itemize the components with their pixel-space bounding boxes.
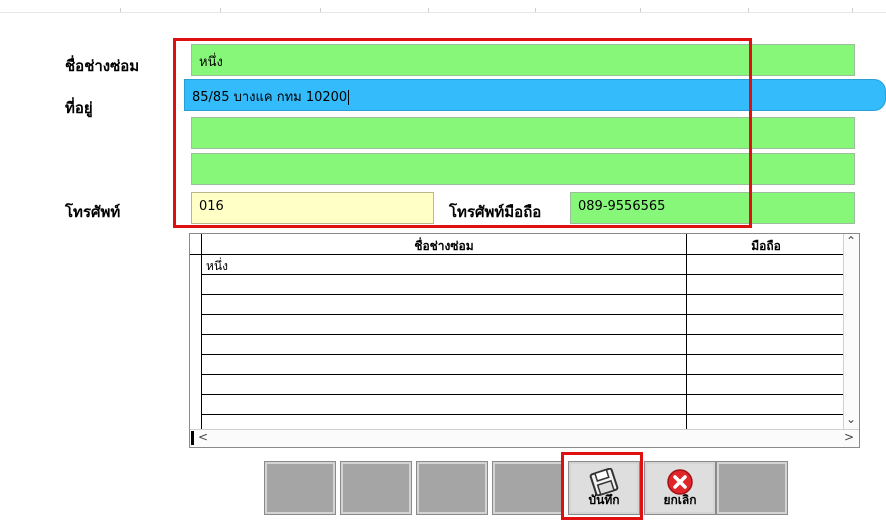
table-row[interactable] bbox=[202, 375, 845, 395]
vertical-scrollbar[interactable]: ⌃ ⌄ bbox=[843, 234, 859, 430]
table-row[interactable] bbox=[202, 295, 845, 315]
table-row[interactable] bbox=[202, 335, 845, 355]
annotation-box-form bbox=[173, 38, 752, 228]
table-row[interactable] bbox=[202, 395, 845, 415]
top-ruler bbox=[0, 0, 886, 13]
annotation-box-save bbox=[561, 452, 643, 520]
horizontal-scrollbar[interactable]: < > bbox=[190, 429, 859, 447]
toolbar-button-7[interactable] bbox=[716, 461, 788, 515]
ruler-tick bbox=[220, 8, 221, 12]
cancel-button[interactable]: ยกเลิก bbox=[644, 461, 716, 515]
scroll-up-icon[interactable]: ⌃ bbox=[846, 234, 856, 248]
address-label: ที่อยู่ bbox=[65, 99, 93, 117]
grid-cell-name: หนึ่ง bbox=[206, 259, 228, 273]
phone-label: โทรศัพท์ bbox=[65, 203, 121, 221]
toolbar-button-3[interactable] bbox=[416, 461, 488, 515]
technician-grid[interactable]: ชื่อช่างซ่อม มือถือ หนึ่ง ⌃ ⌄ < > bbox=[189, 233, 860, 448]
technician-name-label: ชื่อช่างซ่อม bbox=[65, 57, 140, 75]
grid-header: ชื่อช่างซ่อม มือถือ bbox=[190, 234, 859, 255]
table-row[interactable] bbox=[202, 355, 845, 375]
table-row[interactable] bbox=[202, 275, 845, 295]
scroll-left-icon[interactable]: < bbox=[198, 430, 208, 444]
ruler-tick bbox=[428, 8, 429, 12]
table-row[interactable]: หนึ่ง bbox=[202, 255, 845, 275]
ruler-tick bbox=[640, 8, 641, 12]
ruler-tick bbox=[852, 8, 853, 12]
ruler-tick bbox=[120, 8, 121, 12]
grid-header-name[interactable]: ชื่อช่างซ่อม bbox=[202, 237, 686, 256]
table-row[interactable] bbox=[202, 315, 845, 335]
ruler-tick bbox=[535, 8, 536, 12]
toolbar-button-4[interactable] bbox=[492, 461, 564, 515]
row-selector-marker bbox=[191, 431, 194, 445]
cancel-button-label: ยกเลิก bbox=[663, 493, 697, 507]
scroll-down-icon[interactable]: ⌄ bbox=[846, 412, 856, 426]
scroll-right-icon[interactable]: > bbox=[844, 430, 854, 444]
grid-header-mobile[interactable]: มือถือ bbox=[687, 237, 845, 256]
toolbar-button-1[interactable] bbox=[264, 461, 336, 515]
ruler-tick bbox=[320, 8, 321, 12]
toolbar-button-2[interactable] bbox=[340, 461, 412, 515]
ruler-tick bbox=[748, 8, 749, 12]
